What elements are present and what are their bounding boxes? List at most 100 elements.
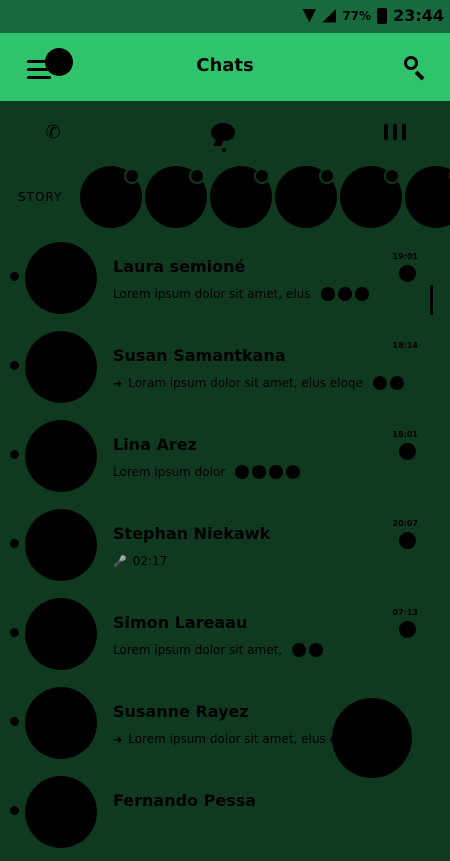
avatar[interactable] <box>25 776 97 848</box>
tab-contacts[interactable] <box>380 117 410 147</box>
chat-list-item[interactable]: Stephan Niekawk 🎤 02:17 20:07 <box>0 505 450 594</box>
chat-name: Lina Arez <box>113 435 197 454</box>
chat-timestamp: 07:13 <box>392 608 418 617</box>
chat-message-text: Loram ipsum dolor sit amet, elus eloqe <box>128 376 363 390</box>
stories-label: STORY <box>18 190 63 204</box>
chat-message-text: Lorem ipsum dolor sit amet, <box>113 643 283 657</box>
chat-list-item[interactable]: Susan Samantkana ➜ Loram ipsum dolor sit a… <box>0 327 450 416</box>
avatar[interactable] <box>25 242 97 314</box>
emoji-group <box>292 643 324 657</box>
signal-icon <box>322 8 337 23</box>
emoji-icon <box>252 465 267 479</box>
emoji-icon <box>292 643 307 657</box>
contacts-icon <box>384 124 406 140</box>
status-bar: 77% 23:44 <box>0 0 450 33</box>
tab-chats[interactable] <box>208 117 238 147</box>
phone-icon: ✆ <box>45 121 61 143</box>
chat-message-preview: ➜ Lorem ipsum dolor sit amet, elus el <box>113 732 340 746</box>
chat-message-text: Lorem ipsum dolor <box>113 465 226 479</box>
story-status-dot <box>126 170 138 182</box>
active-tab-indicator <box>222 148 226 152</box>
mic-icon: 🎤 <box>113 554 127 568</box>
story-avatar[interactable] <box>210 166 272 228</box>
tab-calls[interactable]: ✆ <box>38 117 68 147</box>
chat-timestamp: 18:01 <box>392 430 418 439</box>
avatar[interactable] <box>25 509 97 581</box>
search-icon <box>404 56 418 70</box>
chat-name: Laura semioné <box>113 257 246 276</box>
chat-name: Fernando Pessa <box>113 791 257 810</box>
unread-badge <box>399 621 416 638</box>
online-status-dot <box>10 717 19 726</box>
emoji-icon <box>320 287 335 301</box>
story-avatar[interactable] <box>405 166 450 228</box>
chat-name: Susanne Rayez <box>113 702 249 721</box>
story-avatar[interactable] <box>340 166 402 228</box>
avatar[interactable] <box>25 420 97 492</box>
online-status-dot <box>10 628 19 637</box>
chat-message-text: Lorem ipsum dolor sit amet, elus <box>113 287 311 301</box>
chat-list-item[interactable]: Fernando Pessa <box>0 772 450 861</box>
chat-list-item[interactable]: Lina Arez Lorem ipsum dolor 18:01 <box>0 416 450 505</box>
chat-message-preview: Lorem ipsum dolor sit amet, <box>113 643 324 657</box>
emoji-icon <box>389 376 404 390</box>
story-status-dot <box>191 170 203 182</box>
online-status-dot <box>10 272 19 281</box>
chat-timestamp: 20:07 <box>392 519 418 528</box>
emoji-group <box>320 287 369 301</box>
story-status-dot <box>386 170 398 182</box>
emoji-group <box>372 376 404 390</box>
story-row <box>80 166 450 232</box>
unread-badge <box>399 532 416 549</box>
avatar[interactable] <box>25 687 97 759</box>
chat-list-item[interactable]: Simon Lareaau Lorem ipsum dolor sit amet,… <box>0 594 450 683</box>
chat-message-text: Lorem ipsum dolor sit amet, elus el <box>128 732 341 746</box>
chat-name: Simon Lareaau <box>113 613 248 632</box>
chat-list-item[interactable]: Laura semioné Lorem ipsum dolor sit amet,… <box>0 238 450 327</box>
status-right: 77% 23:44 <box>302 6 444 25</box>
page-title: Chats <box>196 55 254 76</box>
story-avatar[interactable] <box>80 166 142 228</box>
emoji-icon <box>372 376 387 390</box>
story-avatar[interactable] <box>145 166 207 228</box>
wifi-icon <box>302 8 317 23</box>
emoji-icon <box>286 465 301 479</box>
emoji-icon <box>309 643 324 657</box>
chat-message-preview: 🎤 02:17 <box>113 554 167 568</box>
new-chat-fab[interactable] <box>332 698 412 778</box>
chat-message-preview: Lorem ipsum dolor <box>113 465 301 479</box>
chat-message-preview: ➜ Loram ipsum dolor sit amet, elus eloqe <box>113 376 404 390</box>
emoji-icon <box>337 287 352 301</box>
online-status-dot <box>10 361 19 370</box>
search-button[interactable] <box>404 56 426 81</box>
app-bar: Chats <box>0 33 450 101</box>
chat-name: Stephan Niekawk <box>113 524 271 543</box>
story-status-dot <box>321 170 333 182</box>
chat-timestamp: 19:01 <box>392 252 418 261</box>
arrow-icon: ➜ <box>113 376 123 390</box>
avatar[interactable] <box>25 598 97 670</box>
battery-icon <box>377 7 388 24</box>
status-time: 23:44 <box>393 6 444 25</box>
emoji-icon <box>354 287 369 301</box>
avatar[interactable] <box>25 331 97 403</box>
story-avatar[interactable] <box>275 166 337 228</box>
online-status-dot <box>10 806 19 815</box>
story-status-dot <box>256 170 268 182</box>
online-status-dot <box>10 450 19 459</box>
arrow-icon: ➜ <box>113 732 123 746</box>
chat-message-preview: Lorem ipsum dolor sit amet, elus <box>113 287 369 301</box>
chat-name: Susan Samantkana <box>113 346 286 365</box>
emoji-group <box>235 465 301 479</box>
battery-percent: 77% <box>342 8 372 23</box>
chat-timestamp: 18:14 <box>392 341 418 350</box>
emoji-icon <box>269 465 284 479</box>
unread-badge <box>399 443 416 460</box>
chat-message-text: 02:17 <box>132 554 168 568</box>
unread-badge <box>399 265 416 282</box>
tab-bar: ✆ <box>0 101 450 159</box>
stories-section: STORY <box>0 164 450 234</box>
chat-bubble-icon <box>211 123 235 141</box>
emoji-icon <box>235 465 250 479</box>
online-status-dot <box>10 539 19 548</box>
